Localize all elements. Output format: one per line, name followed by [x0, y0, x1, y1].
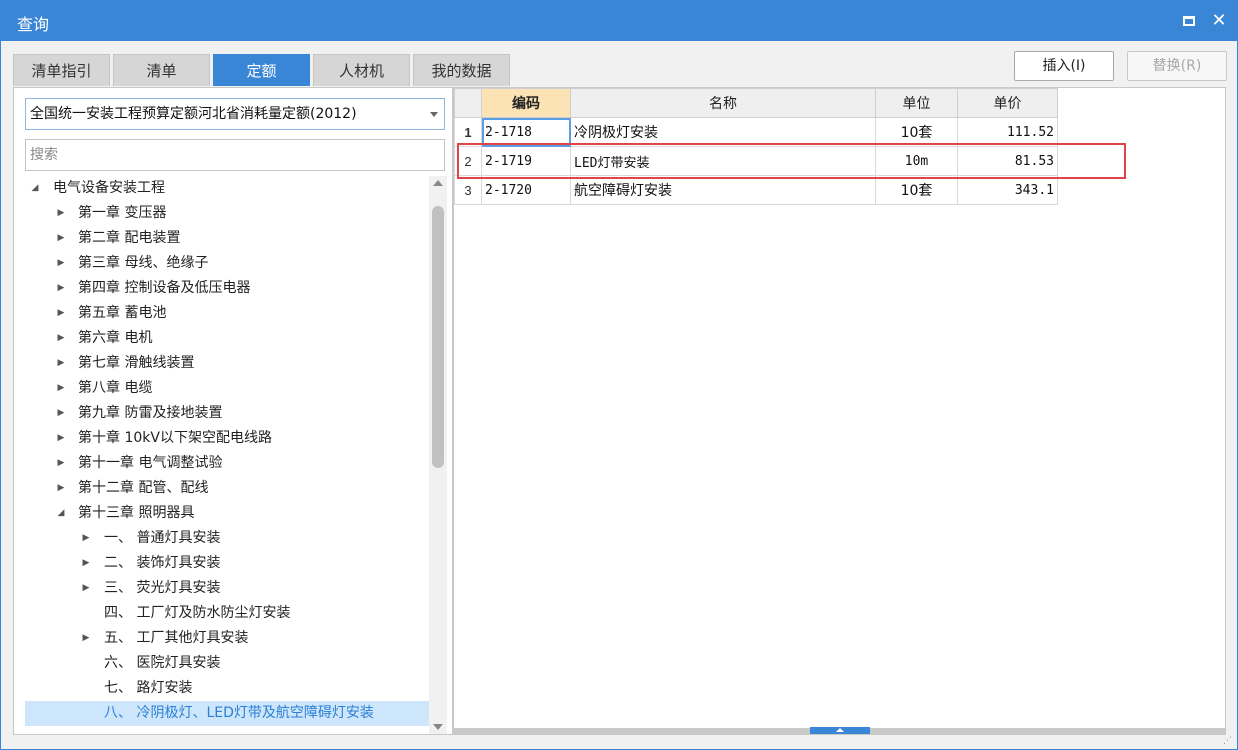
- collapsed-arrow-icon[interactable]: ▶: [55, 476, 67, 501]
- tab-labor-material-machine[interactable]: 人材机: [313, 54, 410, 86]
- scroll-up-icon[interactable]: [433, 180, 443, 186]
- unit-cell[interactable]: 10套: [875, 175, 958, 205]
- collapsed-arrow-icon[interactable]: ▶: [55, 326, 67, 351]
- column-header-price[interactable]: 单价: [957, 88, 1058, 118]
- price-cell[interactable]: 343.1: [957, 175, 1058, 205]
- collapsed-arrow-icon[interactable]: ▶: [80, 551, 92, 576]
- quota-library-select[interactable]: 全国统一安装工程预算定额河北省消耗量定额(2012): [25, 98, 445, 130]
- code-cell[interactable]: 2-1719: [481, 146, 571, 176]
- title-bar: 查询 ✕: [1, 1, 1237, 41]
- tab-my-data[interactable]: 我的数据: [413, 54, 510, 86]
- search-input[interactable]: [25, 139, 445, 171]
- price-cell[interactable]: 81.53: [957, 146, 1058, 176]
- tree-node[interactable]: 六、 医院灯具安装: [25, 651, 429, 676]
- tree-node[interactable]: ▶ 第十二章 配管、配线: [25, 476, 429, 501]
- collapsed-arrow-icon[interactable]: ▶: [80, 526, 92, 551]
- tree-node[interactable]: ▶ 三、 荧光灯具安装: [25, 576, 429, 601]
- tree-node[interactable]: 四、 工厂灯及防水防尘灯安装: [25, 601, 429, 626]
- tree-node[interactable]: ▶ 第十一章 电气调整试验: [25, 451, 429, 476]
- unit-cell[interactable]: 10m: [875, 146, 958, 176]
- splitter-grip-icon[interactable]: [810, 727, 870, 734]
- chevron-down-icon: [430, 112, 438, 117]
- expanded-arrow-icon[interactable]: ◢: [55, 501, 67, 526]
- row-number-header: [454, 88, 482, 118]
- tree-node[interactable]: 七、 路灯安装: [25, 676, 429, 701]
- maximize-button[interactable]: [1177, 9, 1201, 33]
- column-header-code[interactable]: 编码: [481, 88, 571, 118]
- collapsed-arrow-icon[interactable]: ▶: [55, 351, 67, 376]
- collapsed-arrow-icon[interactable]: ▶: [55, 426, 67, 451]
- table-row[interactable]: 2 2-1719 LED灯带安装 10m 81.53: [454, 146, 1058, 176]
- tree-node[interactable]: ▶ 第七章 滑触线装置: [25, 351, 429, 376]
- table-header-row: 编码 名称 单位 单价: [454, 88, 1058, 118]
- tree-node[interactable]: ▶ 二、 装饰灯具安装: [25, 551, 429, 576]
- collapsed-arrow-icon[interactable]: ▶: [80, 576, 92, 601]
- quota-tree-pane: 全国统一安装工程预算定额河北省消耗量定额(2012) ◢电气设备安装工程 ▶第一…: [13, 87, 453, 735]
- pane-splitter[interactable]: [454, 727, 1225, 734]
- name-cell[interactable]: LED灯带安装: [570, 146, 876, 176]
- tree-node[interactable]: ▶ 第六章 电机: [25, 326, 429, 351]
- code-cell[interactable]: 2-1718: [481, 117, 571, 147]
- name-cell[interactable]: 冷阴极灯安装: [570, 117, 876, 147]
- collapsed-arrow-icon[interactable]: ▶: [55, 201, 67, 226]
- table-row[interactable]: 1 2-1718 冷阴极灯安装 10套 111.52: [454, 117, 1058, 147]
- resize-grip-icon[interactable]: ⋰: [1223, 735, 1235, 747]
- collapsed-arrow-icon[interactable]: ▶: [55, 251, 67, 276]
- tree-node[interactable]: ▶ 第十章 10kV以下架空配电线路: [25, 426, 429, 451]
- tree-node[interactable]: ▶ 第八章 电缆: [25, 376, 429, 401]
- tree-scrollbar[interactable]: [429, 176, 447, 734]
- close-icon: ✕: [1211, 10, 1227, 31]
- insert-button[interactable]: 插入(I): [1014, 51, 1114, 81]
- column-header-name[interactable]: 名称: [570, 88, 876, 118]
- tree-node-selected[interactable]: 八、 冷阴极灯、LED灯带及航空障碍灯安装: [25, 701, 429, 726]
- collapsed-arrow-icon[interactable]: ▶: [55, 226, 67, 251]
- quota-list-pane: 编码 名称 单位 单价 1 2-1718 冷阴极灯安装 10套 111.52 2…: [453, 87, 1226, 735]
- tree-node-lighting[interactable]: ◢ 第十三章 照明器具: [25, 501, 429, 526]
- code-cell[interactable]: 2-1720: [481, 175, 571, 205]
- tree-node[interactable]: ▶ 第三章 母线、绝缘子: [25, 251, 429, 276]
- tab-quota[interactable]: 定额: [213, 54, 310, 86]
- tab-bill[interactable]: 清单: [113, 54, 210, 86]
- tree-node[interactable]: ▶ 一、 普通灯具安装: [25, 526, 429, 551]
- row-number: 3: [454, 175, 482, 205]
- unit-cell[interactable]: 10套: [875, 117, 958, 147]
- query-dialog: 查询 ✕ 清单指引 清单 定额 人材机 我的数据 插入(I) 替换(R) 全国统…: [0, 0, 1238, 750]
- column-header-unit[interactable]: 单位: [875, 88, 958, 118]
- row-number: 1: [454, 117, 482, 147]
- scroll-down-icon[interactable]: [433, 724, 443, 730]
- tab-bill-guide[interactable]: 清单指引: [13, 54, 110, 86]
- quota-table: 编码 名称 单位 单价 1 2-1718 冷阴极灯安装 10套 111.52 2…: [454, 88, 1058, 205]
- expanded-arrow-icon[interactable]: ◢: [29, 176, 41, 201]
- tree-node[interactable]: ▶ 第二章 配电装置: [25, 226, 429, 251]
- collapsed-arrow-icon[interactable]: ▶: [80, 626, 92, 651]
- window-title: 查询: [17, 15, 50, 34]
- scroll-thumb[interactable]: [432, 206, 444, 468]
- replace-button[interactable]: 替换(R): [1127, 51, 1227, 81]
- close-button[interactable]: ✕: [1207, 9, 1231, 33]
- collapsed-arrow-icon[interactable]: ▶: [55, 401, 67, 426]
- tree-node[interactable]: ▶ 第五章 蓄电池: [25, 301, 429, 326]
- collapsed-arrow-icon[interactable]: ▶: [55, 451, 67, 476]
- name-cell[interactable]: 航空障碍灯安装: [570, 175, 876, 205]
- maximize-icon: [1183, 16, 1195, 26]
- tree-node[interactable]: ▶ 第九章 防雷及接地装置: [25, 401, 429, 426]
- price-cell[interactable]: 111.52: [957, 117, 1058, 147]
- collapsed-arrow-icon[interactable]: ▶: [55, 376, 67, 401]
- tree-node-electrical[interactable]: ◢ 电气设备安装工程: [25, 176, 429, 201]
- quota-library-value: 全国统一安装工程预算定额河北省消耗量定额(2012): [30, 106, 357, 122]
- collapsed-arrow-icon[interactable]: ▶: [55, 301, 67, 326]
- row-number: 2: [454, 146, 482, 176]
- tree-node[interactable]: ▶ 第一章 变压器: [25, 201, 429, 226]
- tree-node[interactable]: ▶ 第四章 控制设备及低压电器: [25, 276, 429, 301]
- table-row[interactable]: 3 2-1720 航空障碍灯安装 10套 343.1: [454, 175, 1058, 205]
- chapter-tree: ◢ 电气设备安装工程 ▶ 第一章 变压器 ▶ 第二章 配电装置 ▶ 第三章 母线、绝缘子…: [25, 176, 429, 734]
- tree-node[interactable]: ▶ 五、 工厂其他灯具安装: [25, 626, 429, 651]
- collapsed-arrow-icon[interactable]: ▶: [55, 276, 67, 301]
